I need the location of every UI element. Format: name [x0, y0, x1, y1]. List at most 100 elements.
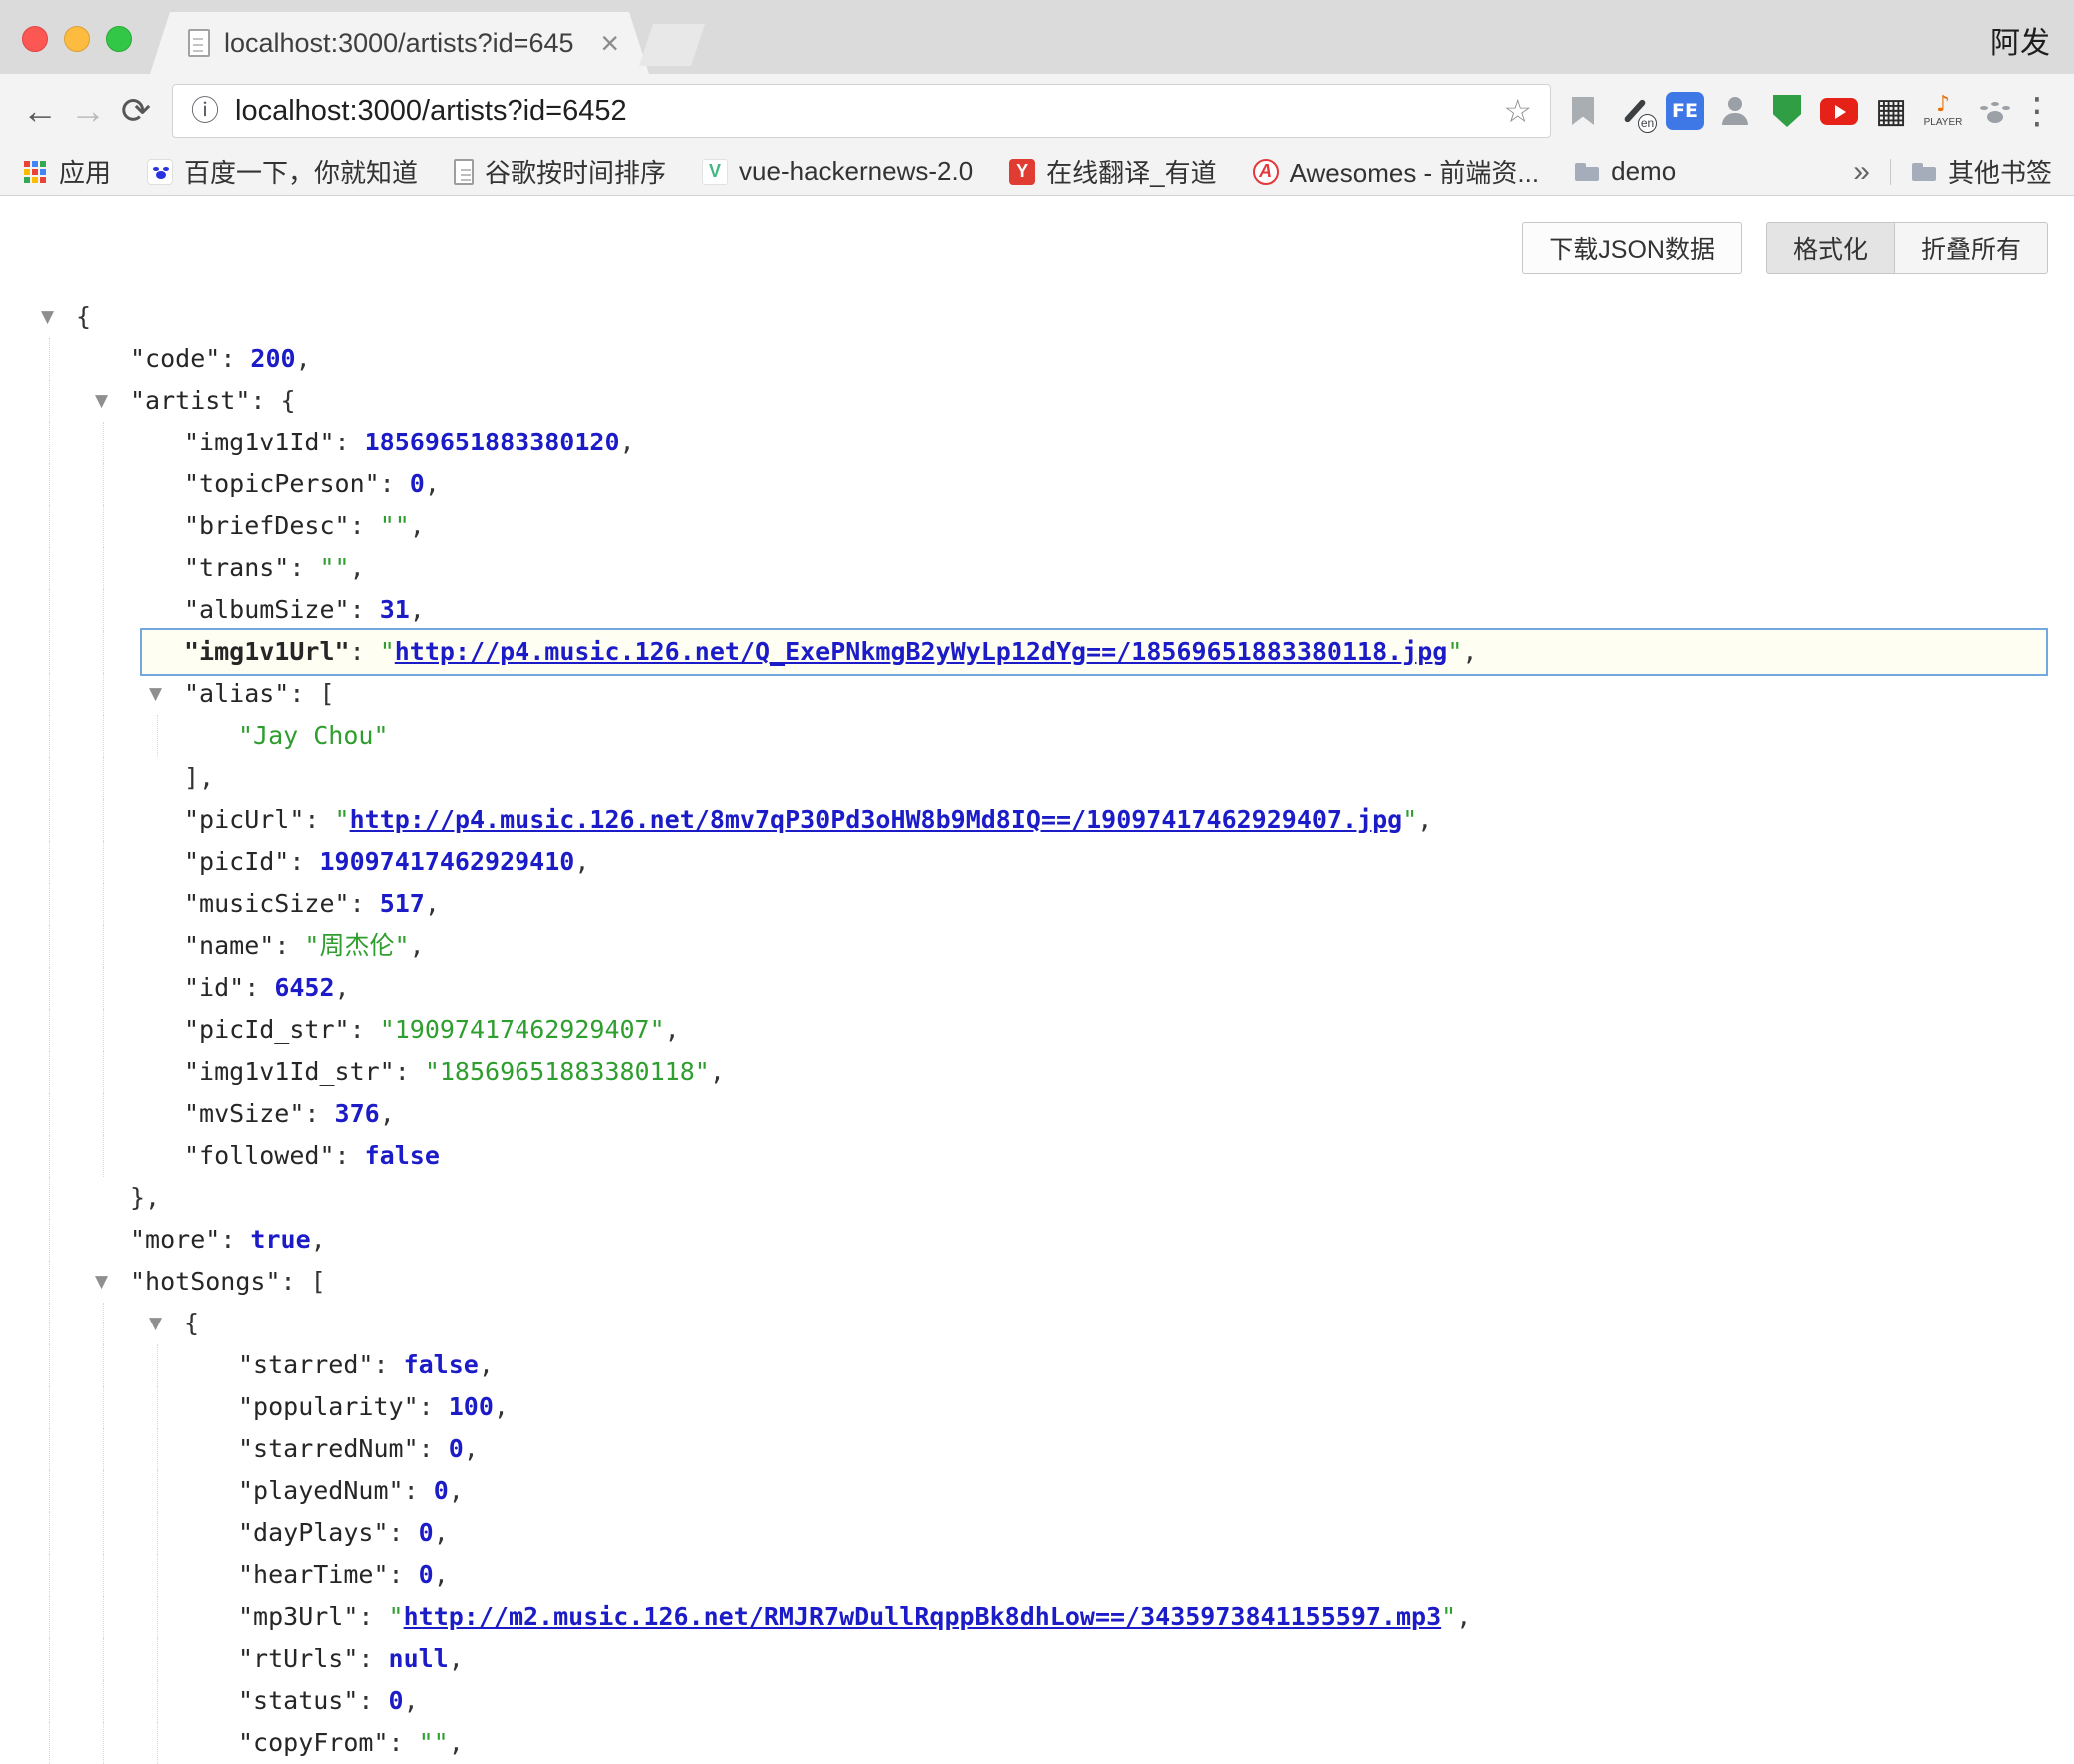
json-token: ""	[380, 511, 410, 540]
collapse-caret-icon[interactable]: ▼	[95, 1261, 108, 1303]
baidu-icon	[147, 159, 173, 185]
tree-guide-line	[103, 1722, 104, 1764]
bookmarks-overflow-chevron[interactable]: »	[1853, 155, 1870, 189]
collapse-caret-icon[interactable]: ▼	[95, 380, 108, 422]
json-token: "hotSongs"	[130, 1267, 281, 1296]
tree-guide-line	[103, 1009, 104, 1051]
player-icon[interactable]: ♪PLAYER	[1922, 88, 1964, 134]
tree-guide-line	[49, 673, 50, 715]
tree-guide-line	[157, 1554, 158, 1596]
other-bookmarks[interactable]: 其他书签	[1911, 153, 2052, 190]
forward-button[interactable]: →	[64, 93, 112, 129]
shield-icon[interactable]	[1766, 88, 1808, 134]
json-token: : [	[281, 1267, 326, 1296]
back-button[interactable]: ←	[16, 93, 64, 129]
browser-tab[interactable]: localhost:3000/artists?id=645 ×	[150, 12, 649, 74]
youtube-icon[interactable]	[1818, 88, 1860, 134]
json-line: "albumSize": 31,	[0, 589, 2074, 631]
download-json-button[interactable]: 下载JSON数据	[1522, 222, 1742, 274]
json-line: "more": true,	[0, 1219, 2074, 1261]
page-content: 下载JSON数据 格式化 折叠所有 ▼{"code": 200,▼"artist…	[0, 196, 2074, 1752]
json-token: "hearTime"	[238, 1560, 389, 1589]
tree-guide-line	[49, 799, 50, 841]
json-token: :	[419, 1434, 449, 1463]
tree-guide-line	[49, 338, 50, 380]
json-line: "Jay Chou"	[0, 715, 2074, 757]
bookmark-item[interactable]: AAwesomes - 前端资...	[1253, 153, 1539, 190]
minimize-window-button[interactable]	[64, 26, 90, 52]
bookmark-item[interactable]: Y在线翻译_有道	[1009, 153, 1216, 190]
bookmark-item[interactable]: 百度一下，你就知道	[147, 153, 418, 190]
tree-guide-line	[157, 1428, 158, 1470]
close-window-button[interactable]	[22, 26, 48, 52]
tab-close-icon[interactable]: ×	[600, 27, 619, 59]
tree-guide-line	[49, 589, 50, 631]
json-url-link[interactable]: http://p4.music.126.net/Q_ExePNkmgB2yWyL…	[395, 637, 1448, 666]
json-line: "picId_str": "19097417462929407",	[0, 1009, 2074, 1051]
profile-name[interactable]: 阿发	[1990, 18, 2050, 62]
tree-guide-line	[103, 1512, 104, 1554]
tree-guide-line	[49, 1344, 50, 1386]
json-token: ,	[425, 469, 440, 498]
tree-guide-line	[49, 757, 50, 799]
qr-code-icon[interactable]: ▦	[1870, 88, 1912, 134]
json-token: 0	[449, 1434, 464, 1463]
json-token: :	[358, 1644, 388, 1673]
json-line: "mp3Url": "http://m2.music.126.net/RMJR7…	[0, 1596, 2074, 1638]
collapse-all-button[interactable]: 折叠所有	[1895, 222, 2048, 274]
json-token: ,	[434, 1518, 449, 1547]
json-token: "name"	[184, 931, 274, 960]
address-bar[interactable]: ⓘ localhost:3000/artists?id=6452 ☆	[172, 84, 1551, 138]
json-token: :	[358, 1602, 388, 1631]
json-url-link[interactable]: http://p4.music.126.net/8mv7qP30Pd3oHW8b…	[350, 805, 1403, 834]
json-line: "trans": "",	[0, 547, 2074, 589]
tree-guide-line	[103, 1386, 104, 1428]
json-line: "topicPerson": 0,	[0, 463, 2074, 505]
json-line: "img1v1Id": 18569651883380120,	[0, 422, 2074, 463]
json-token: "rtUrls"	[238, 1644, 358, 1673]
json-token: ,	[620, 428, 635, 456]
page-info-icon[interactable]: ⓘ	[191, 97, 219, 125]
browser-menu-icon[interactable]: ⋮	[2016, 91, 2058, 132]
collapse-caret-icon[interactable]: ▼	[149, 673, 162, 715]
format-button[interactable]: 格式化	[1766, 222, 1895, 274]
json-line: "name": "周杰伦",	[0, 925, 2074, 967]
tree-guide-line	[49, 380, 50, 422]
translate-pen-icon[interactable]: en	[1614, 88, 1656, 134]
bookmark-item[interactable]: 谷歌按时间排序	[454, 153, 666, 190]
json-token: 0	[434, 1476, 449, 1505]
fe-badge-icon[interactable]: FE	[1666, 92, 1704, 130]
bookmark-item[interactable]: demo	[1574, 156, 1676, 187]
tree-guide-line	[103, 799, 104, 841]
json-url-link[interactable]: http://m2.music.126.net/RMJR7wDullRqppBk…	[404, 1602, 1442, 1631]
json-line: "picUrl": "http://p4.music.126.net/8mv7q…	[0, 799, 2074, 841]
collapse-caret-icon[interactable]: ▼	[41, 296, 54, 338]
bookmark-item[interactable]: Vvue-hackernews-2.0	[702, 156, 973, 187]
json-token: "	[335, 805, 350, 834]
json-token: "musicSize"	[184, 889, 350, 918]
paw-icon[interactable]	[1974, 88, 2016, 134]
bookmark-label: 在线翻译_有道	[1046, 153, 1216, 190]
json-token: ,	[479, 1350, 494, 1379]
tree-guide-line	[103, 422, 104, 463]
collapse-caret-icon[interactable]: ▼	[149, 1303, 162, 1344]
bookmark-item[interactable]: 应用	[22, 153, 111, 190]
url-text[interactable]: localhost:3000/artists?id=6452	[235, 95, 1503, 128]
json-token: 0	[419, 1560, 434, 1589]
json-token: 376	[335, 1099, 380, 1128]
window-controls	[22, 26, 132, 52]
pennant-icon[interactable]	[1562, 88, 1604, 134]
tree-guide-line	[103, 1344, 104, 1386]
json-token: : [	[289, 679, 334, 708]
json-token: :	[373, 1350, 403, 1379]
reload-button[interactable]: ⟳	[112, 93, 160, 129]
json-line: "code": 200,	[0, 338, 2074, 380]
player-icon-sub: PLAYER	[1924, 117, 1963, 128]
person-icon[interactable]	[1714, 88, 1756, 134]
new-tab-button[interactable]	[639, 24, 705, 66]
bookmark-star-icon[interactable]: ☆	[1503, 95, 1532, 127]
zoom-window-button[interactable]	[106, 26, 132, 52]
tree-guide-line	[157, 715, 158, 757]
json-token: 18569651883380120	[365, 428, 620, 456]
json-token: ,	[574, 847, 589, 876]
